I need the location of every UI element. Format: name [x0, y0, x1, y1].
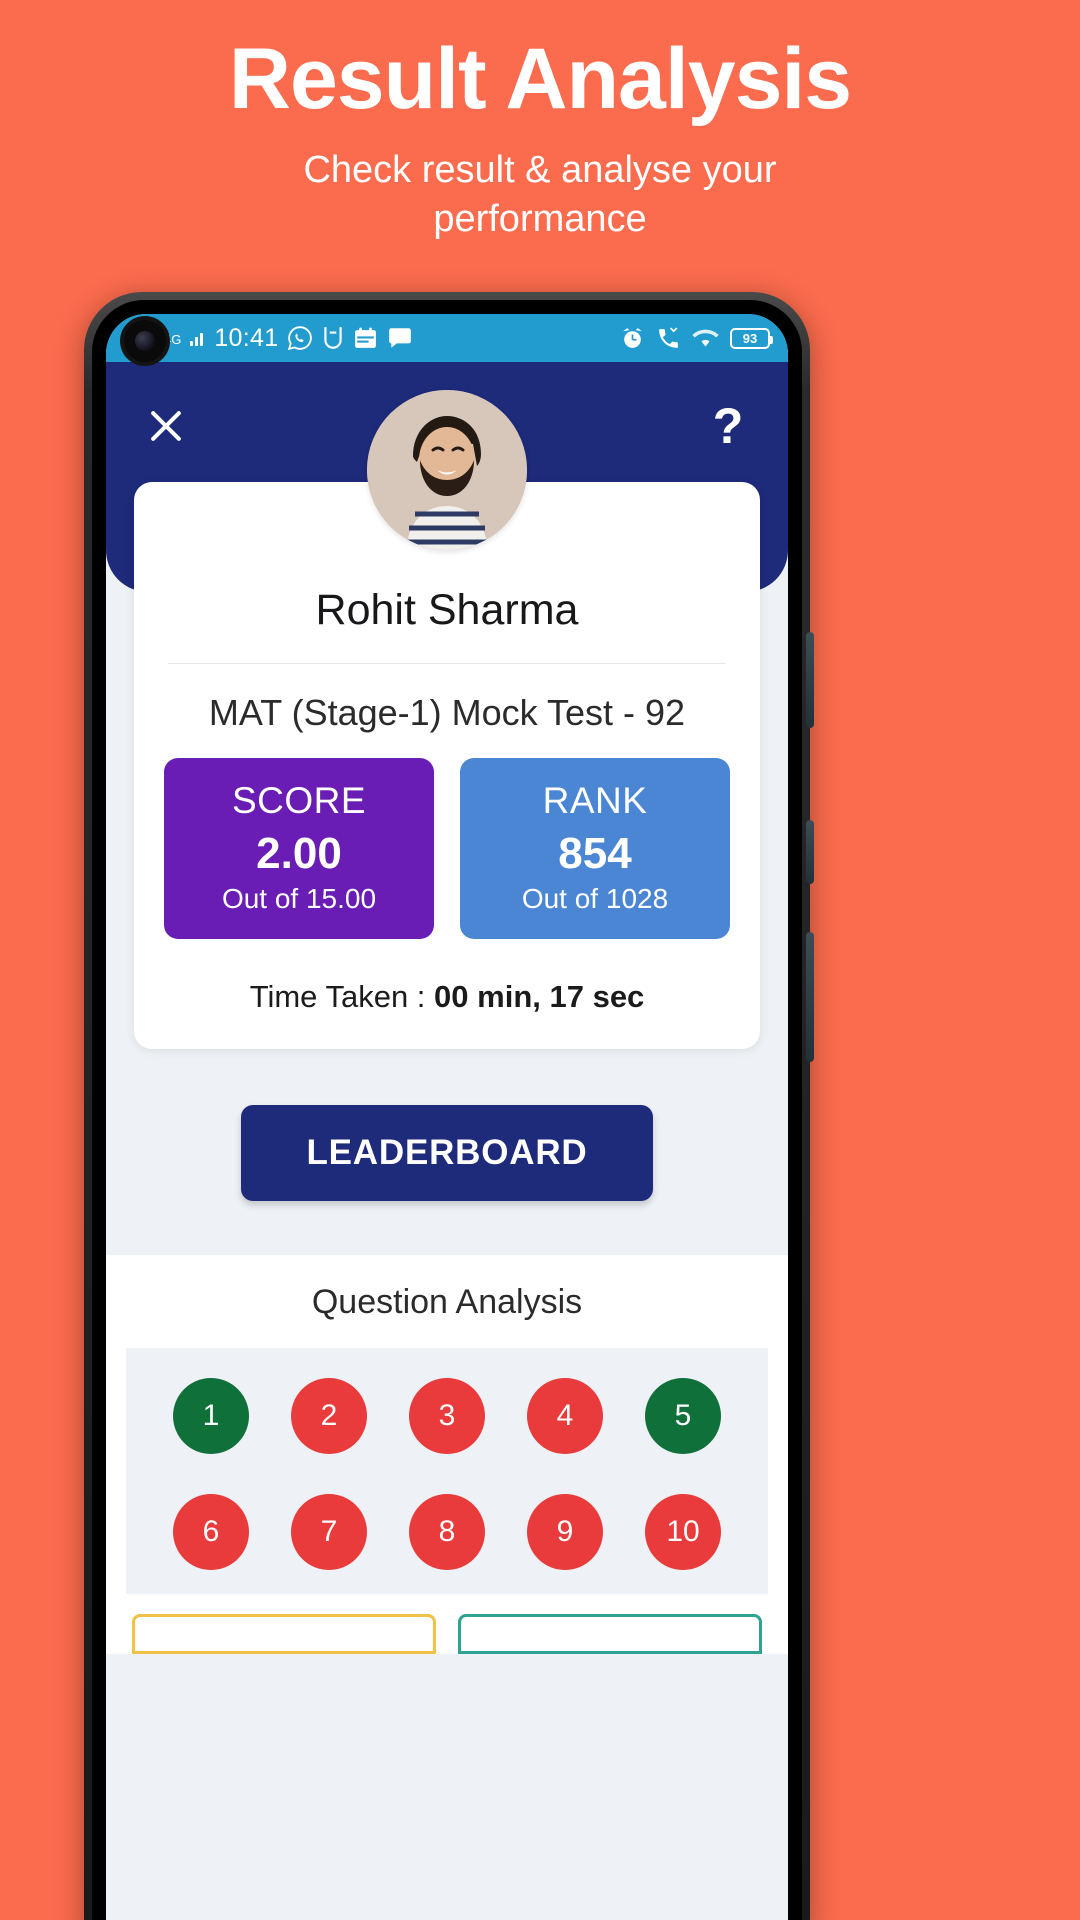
question-circle[interactable]: 3	[409, 1378, 485, 1454]
question-circle[interactable]: 4	[527, 1378, 603, 1454]
question-circle[interactable]: 5	[645, 1378, 721, 1454]
score-label: SCORE	[231, 780, 367, 821]
score-total: Out of 15.00	[221, 883, 377, 914]
result-card: Rohit Sharma MAT (Stage-1) Mock Test - 9…	[134, 390, 760, 1049]
nfc-icon	[322, 325, 344, 351]
page-subtitle: Check result & analyse your performance	[303, 149, 777, 241]
user-name: Rohit Sharma	[315, 586, 579, 634]
question-analysis-title: Question Analysis	[311, 1283, 583, 1321]
wifi-icon	[692, 327, 719, 349]
score-value: 2.00	[256, 829, 342, 878]
score-card[interactable]: SCORE 2.00 Out of 15.00	[164, 758, 434, 939]
time-taken-value: 00 min, 17 sec	[434, 979, 645, 1014]
rank-total: Out of 1028	[521, 883, 669, 914]
question-circle[interactable]: 7	[291, 1494, 367, 1570]
help-icon[interactable]: ?	[702, 400, 754, 452]
promo-header: Result Analysis Check result & analyse y…	[0, 0, 1080, 290]
missed-call-icon	[656, 326, 681, 351]
phone-mockup: 4G 10:41 93 ? Rohit Sharma MAT (Stage-1)…	[84, 292, 814, 1920]
battery-indicator: 93	[730, 327, 773, 349]
status-bar-left: 4G 10:41	[164, 324, 413, 353]
leaderboard-section: LEADERBOARD	[106, 1049, 788, 1255]
avatar	[367, 390, 527, 550]
question-circle[interactable]: 10	[645, 1494, 721, 1570]
whatsapp-icon	[287, 325, 313, 351]
page-title: Result Analysis	[228, 31, 852, 127]
phone-screen: 4G 10:41 93 ? Rohit Sharma MAT (Stage-1)…	[106, 314, 788, 1920]
question-circle[interactable]: 8	[409, 1494, 485, 1570]
status-bar-right: 93	[620, 326, 773, 351]
status-bar: 4G 10:41 93	[106, 314, 788, 362]
legend-chip[interactable]	[458, 1614, 762, 1654]
network-type-label: 4G	[164, 331, 182, 347]
time-taken-label: Time Taken :	[249, 979, 435, 1014]
rank-label: RANK	[542, 780, 648, 821]
question-legend	[106, 1594, 788, 1654]
time-taken: Time Taken : 00 min, 17 sec	[134, 939, 760, 1023]
phone-side-button-volume-up[interactable]	[806, 632, 814, 728]
rank-card[interactable]: RANK 854 Out of 1028	[460, 758, 730, 939]
phone-side-button-power[interactable]	[806, 932, 814, 1062]
status-bar-clock: 10:41	[214, 323, 279, 352]
phone-bezel: 4G 10:41 93 ? Rohit Sharma MAT (Stage-1)…	[92, 300, 802, 1920]
close-icon[interactable]	[140, 400, 192, 452]
alarm-clock-icon	[620, 326, 645, 351]
question-circle[interactable]: 1	[173, 1378, 249, 1454]
question-grid-wrapper: 1 2 3 4 5 6 7 8 9 10	[126, 1348, 768, 1594]
question-circle[interactable]: 6	[173, 1494, 249, 1570]
calendar-icon	[353, 326, 378, 351]
front-camera-punch-hole	[124, 320, 166, 362]
question-circle[interactable]: 2	[291, 1378, 367, 1454]
question-circle[interactable]: 9	[527, 1494, 603, 1570]
result-card-wrapper: Rohit Sharma MAT (Stage-1) Mock Test - 9…	[106, 390, 788, 1049]
test-name: MAT (Stage-1) Mock Test - 92	[208, 692, 686, 733]
question-analysis-section: Question Analysis 1 2 3 4 5 6 7 8 9 10	[106, 1255, 788, 1654]
rank-value: 854	[558, 829, 632, 878]
leaderboard-button[interactable]: LEADERBOARD	[241, 1105, 653, 1201]
phone-side-button-volume-down[interactable]	[806, 820, 814, 884]
legend-chip[interactable]	[132, 1614, 436, 1654]
metrics-row: SCORE 2.00 Out of 15.00 RANK 854 Out of …	[134, 758, 760, 939]
chat-bubble-icon	[387, 325, 413, 351]
question-grid: 1 2 3 4 5 6 7 8 9 10	[152, 1378, 742, 1570]
signal-bars-icon	[190, 330, 204, 346]
